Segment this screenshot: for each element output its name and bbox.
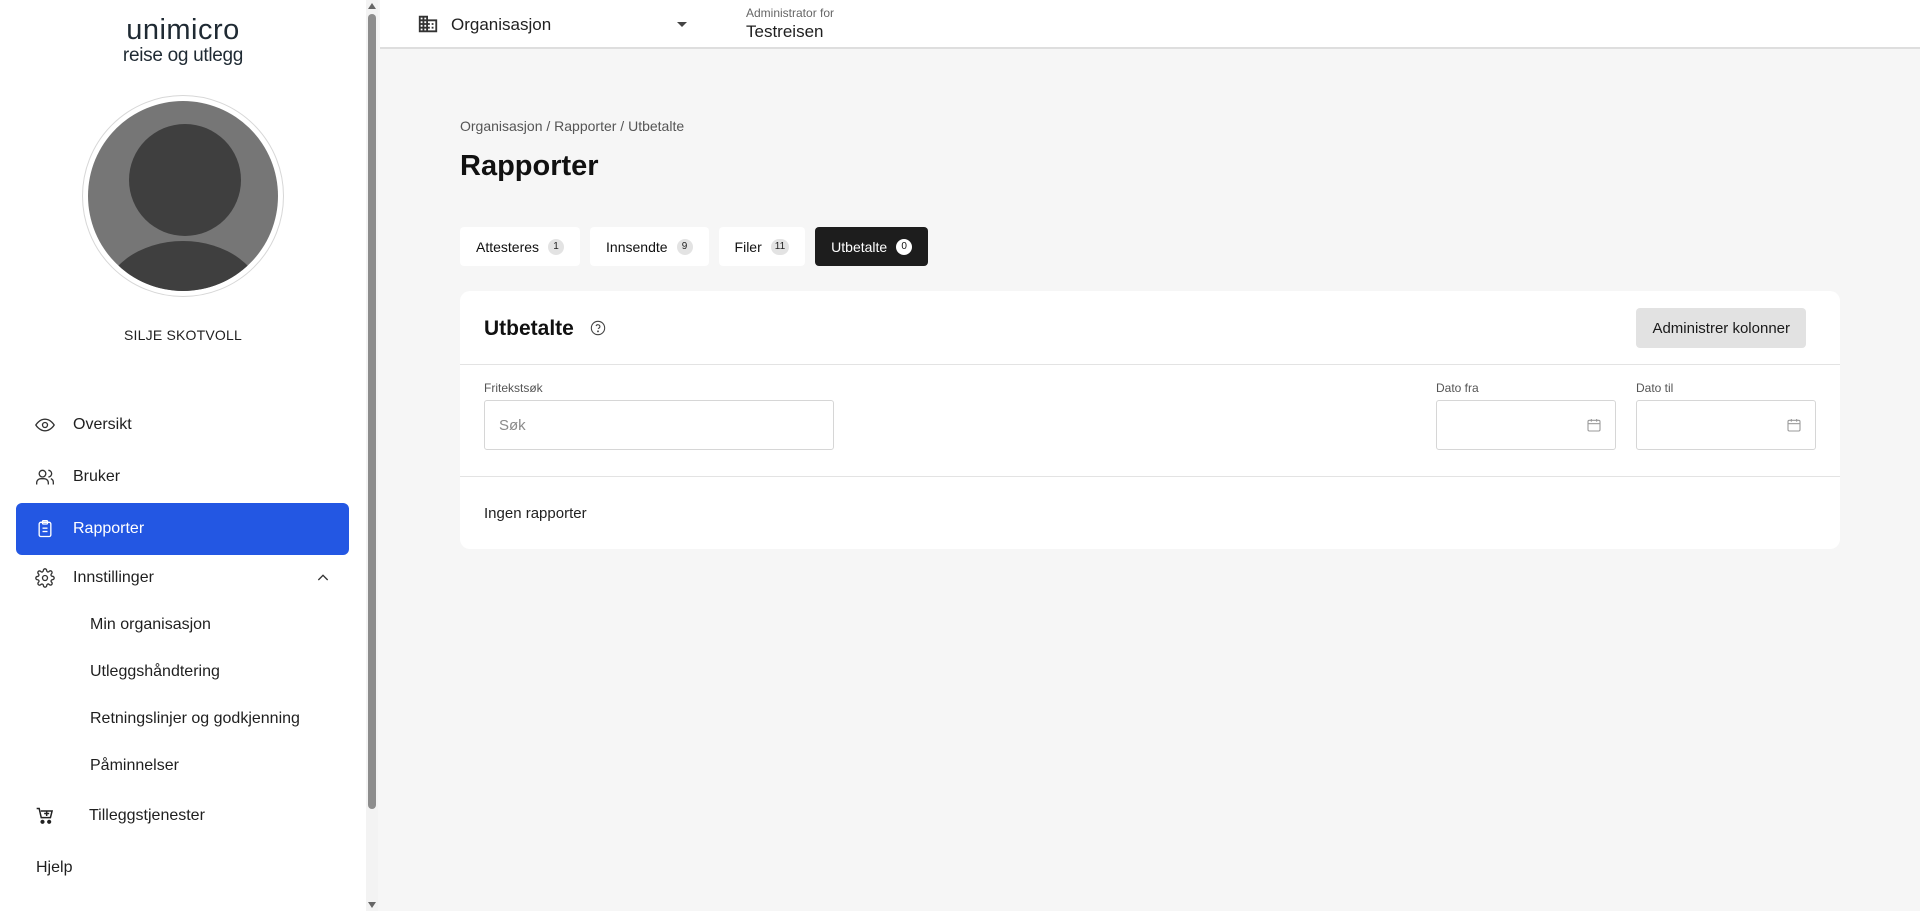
manage-columns-button[interactable]: Administrer kolonner bbox=[1636, 308, 1806, 348]
organization-select[interactable]: Organisasjon bbox=[417, 13, 687, 37]
divider bbox=[460, 364, 1840, 365]
sidebar-item-label: Innstillinger bbox=[73, 569, 154, 586]
avatar-placeholder-icon bbox=[88, 101, 278, 291]
date-to-label: Dato til bbox=[1636, 381, 1674, 395]
tab-label: Innsendte bbox=[606, 238, 668, 255]
sidebar-item-label: Tilleggstjenester bbox=[89, 807, 205, 824]
sidebar-item-oversikt[interactable]: Oversikt bbox=[16, 399, 349, 451]
sidebar-item-tilleggstjenester[interactable]: Tilleggstjenester bbox=[16, 790, 349, 842]
search-input[interactable] bbox=[484, 400, 834, 450]
sidebar: unimicro reise og utlegg SILJE SKOTVOLL … bbox=[0, 0, 368, 911]
eye-icon bbox=[34, 414, 56, 436]
search-label: Fritekstsøk bbox=[484, 381, 543, 395]
count-badge: 11 bbox=[770, 238, 790, 255]
sidebar-item-rapporter[interactable]: Rapporter bbox=[16, 503, 349, 555]
cart-plus-icon bbox=[34, 805, 56, 827]
tab-innsendte[interactable]: Innsendte 9 bbox=[590, 227, 709, 266]
empty-state-text: Ingen rapporter bbox=[484, 505, 587, 522]
page-title: Rapporter bbox=[460, 150, 599, 182]
sidebar-scrollbar[interactable] bbox=[366, 0, 378, 911]
sidebar-subitem-paminnelser[interactable]: Påminnelser bbox=[90, 757, 179, 775]
scroll-up-arrow-icon[interactable] bbox=[368, 3, 376, 9]
sidebar-item-label: Bruker bbox=[73, 468, 121, 485]
tab-attesteres[interactable]: Attesteres 1 bbox=[460, 227, 581, 266]
clipboard-icon bbox=[34, 518, 56, 540]
sidebar-subitem-utleggshandtering[interactable]: Utleggshåndtering bbox=[90, 663, 220, 681]
brand-line-1: unimicro bbox=[126, 14, 240, 46]
sidebar-subitem-retningslinjer[interactable]: Retningslinjer og godkjenning bbox=[90, 710, 300, 728]
sidebar-item-label: Rapporter bbox=[73, 520, 145, 537]
caret-down-icon bbox=[677, 22, 687, 27]
tab-filer[interactable]: Filer 11 bbox=[718, 227, 806, 266]
count-badge: 0 bbox=[896, 238, 913, 255]
sidebar-subitem-min-organisasjon[interactable]: Min organisasjon bbox=[90, 616, 211, 634]
scroll-down-arrow-icon[interactable] bbox=[368, 902, 376, 908]
admin-for-label: Administrator for bbox=[746, 6, 835, 20]
calendar-icon[interactable] bbox=[1786, 417, 1802, 438]
tab-label: Utbetalte bbox=[831, 238, 888, 255]
count-badge: 1 bbox=[548, 238, 565, 255]
sidebar-item-innstillinger[interactable]: Innstillinger bbox=[16, 552, 349, 604]
tab-label: Attesteres bbox=[476, 238, 540, 255]
tab-label: Filer bbox=[734, 238, 762, 255]
top-bar: Organisasjon Administrator for Testreise… bbox=[380, 0, 1920, 49]
help-circle-icon[interactable] bbox=[590, 320, 606, 341]
chevron-up-icon[interactable] bbox=[315, 570, 331, 591]
admin-for: Administrator for Testreisen bbox=[746, 6, 834, 42]
divider bbox=[460, 476, 1840, 477]
sidebar-item-label: Oversikt bbox=[73, 416, 132, 433]
organization-select-label: Organisasjon bbox=[451, 15, 552, 34]
reports-card: Utbetalte Administrer kolonner Friteksts… bbox=[460, 291, 1840, 549]
brand-line-2: reise og utlegg bbox=[122, 45, 244, 66]
tab-utbetalte[interactable]: Utbetalte 0 bbox=[815, 227, 929, 266]
user-name: SILJE SKOTVOLL bbox=[124, 327, 242, 343]
users-icon bbox=[34, 466, 56, 488]
building-icon bbox=[417, 13, 441, 37]
scrollbar-thumb[interactable] bbox=[368, 14, 376, 809]
calendar-icon[interactable] bbox=[1586, 417, 1602, 438]
sidebar-item-hjelp[interactable]: Hjelp bbox=[16, 842, 349, 894]
card-title: Utbetalte bbox=[484, 317, 574, 340]
sidebar-item-bruker[interactable]: Bruker bbox=[16, 451, 349, 503]
date-from-label: Dato fra bbox=[1436, 381, 1479, 395]
report-tabs: Attesteres 1 Innsendte 9 Filer 11 Utbeta… bbox=[460, 227, 938, 266]
breadcrumb: Organisasjon / Rapporter / Utbetalte bbox=[460, 118, 685, 134]
gear-icon bbox=[34, 567, 56, 589]
sidebar-item-label: Hjelp bbox=[36, 859, 73, 876]
count-badge: 9 bbox=[676, 238, 693, 255]
brand-logo[interactable]: unimicro reise og utlegg bbox=[120, 14, 246, 66]
avatar[interactable] bbox=[82, 95, 284, 297]
admin-for-value: Testreisen bbox=[746, 22, 824, 41]
